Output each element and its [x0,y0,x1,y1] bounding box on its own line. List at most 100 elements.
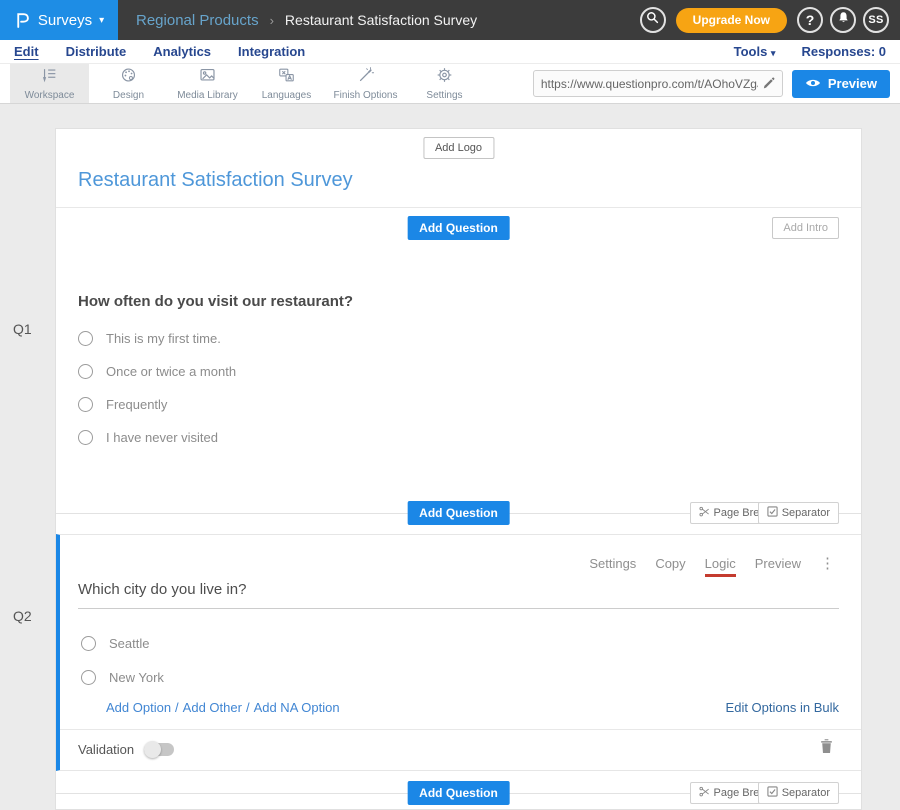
question-2-block: Settings Copy Logic Preview ⋮ Which city… [56,534,861,771]
kebab-menu-icon[interactable]: ⋮ [820,554,835,572]
question-2-text[interactable]: Which city do you live in? [78,581,839,609]
wand-icon [356,66,375,89]
search-icon [646,11,659,29]
scissors-icon [699,786,710,800]
preview-button[interactable]: Preview [792,70,890,98]
option-label[interactable]: I have never visited [106,430,218,445]
question-mark-icon: ? [806,12,815,28]
upgrade-now-button[interactable]: Upgrade Now [676,8,787,33]
question-1-text[interactable]: How often do you visit our restaurant? [56,248,861,310]
radio-button[interactable] [78,331,93,346]
eye-icon [805,76,821,91]
bell-icon [837,11,850,29]
add-question-row-middle: Add Question Page Break [56,493,861,533]
breadcrumb-folder-link[interactable]: Regional Products [136,12,259,29]
survey-header-section: Add Logo Restaurant Satisfaction Survey [56,129,861,208]
add-intro-button[interactable]: Add Intro [772,217,839,239]
trash-icon [820,738,833,754]
tool-finish-options[interactable]: Finish Options [326,64,405,103]
breadcrumb-current: Restaurant Satisfaction Survey [285,12,477,28]
add-option-link[interactable]: Add Option [106,700,171,715]
q1-option-row: I have never visited [78,430,861,445]
breadcrumb: Regional Products › Restaurant Satisfact… [136,12,477,29]
editor-toolbar: Workspace Design Media Library [0,63,900,104]
question-preview-button[interactable]: Preview [755,556,801,571]
option-add-links: Add Option / Add Other / Add NA Option [106,700,340,715]
checkbox-icon [767,786,778,800]
add-other-link[interactable]: Add Other [183,700,242,715]
link-separator: / [175,700,179,715]
tool-design[interactable]: Design [89,64,168,103]
option-label[interactable]: This is my first time. [106,331,221,346]
tool-media-library[interactable]: Media Library [168,64,247,103]
question-copy-button[interactable]: Copy [655,556,685,571]
top-header: Surveys ▾ Regional Products › Restaurant… [0,0,900,40]
tab-analytics[interactable]: Analytics [153,44,211,59]
add-na-option-link[interactable]: Add NA Option [254,700,340,715]
nav-right: Tools ▾ Responses: 0 [734,44,886,59]
option-label[interactable]: New York [109,670,164,685]
tab-integration[interactable]: Integration [238,44,305,59]
tool-languages[interactable]: Languages [247,64,326,103]
survey-card: Add Logo Restaurant Satisfaction Survey … [55,128,862,810]
q1-label: Q1 [13,321,32,337]
checkbox-icon [767,506,778,520]
add-question-button[interactable]: Add Question [407,501,510,525]
header-actions: Upgrade Now ? SS [640,7,900,33]
help-button[interactable]: ? [797,7,823,33]
q1-option-row: Once or twice a month [78,364,861,379]
breadcrumb-separator: › [270,13,274,28]
link-separator: / [246,700,250,715]
surveys-product-menu[interactable]: Surveys ▾ [0,0,118,40]
question-1-block: How often do you visit our restaurant? T… [56,248,861,493]
question-actions: Settings Copy Logic Preview ⋮ [589,554,835,572]
q1-option-row: This is my first time. [78,331,861,346]
editor-body: Q1 Q2 Add Logo Restaurant Satisfaction S… [0,128,900,810]
survey-title[interactable]: Restaurant Satisfaction Survey [78,169,353,192]
separator-button[interactable]: Separator [758,502,839,524]
add-question-row-top: Add Question Add Intro [56,208,861,248]
chevron-down-icon: ▾ [99,15,104,26]
validation-toggle[interactable] [144,743,174,756]
chevron-down-icon: ▾ [771,48,776,58]
radio-button[interactable] [78,397,93,412]
survey-url-input[interactable] [541,77,758,91]
workspace-icon [40,66,59,89]
question-settings-button[interactable]: Settings [589,556,636,571]
responses-count[interactable]: Responses: 0 [801,44,886,59]
image-icon [198,66,217,89]
radio-button[interactable] [81,636,96,651]
option-label[interactable]: Seattle [109,636,149,651]
question-logic-button[interactable]: Logic [705,556,736,577]
survey-url-field[interactable] [533,70,783,97]
translate-icon [277,66,296,89]
delete-question-button[interactable] [820,738,833,754]
separator-button[interactable]: Separator [758,782,839,804]
option-label[interactable]: Frequently [106,397,167,412]
tools-menu[interactable]: Tools ▾ [734,44,776,59]
avatar[interactable]: SS [863,7,889,33]
validation-label: Validation [78,742,134,757]
tab-distribute[interactable]: Distribute [66,44,127,59]
notifications-button[interactable] [830,7,856,33]
tab-edit[interactable]: Edit [14,44,39,59]
radio-button[interactable] [81,670,96,685]
tool-workspace[interactable]: Workspace [10,64,89,103]
validation-row: Validation [78,742,174,757]
toolbar-right: Preview [533,64,900,103]
option-label[interactable]: Once or twice a month [106,364,236,379]
toggle-knob [144,741,161,758]
add-question-row-bottom: Add Question Page Break [56,773,861,810]
tool-settings[interactable]: Settings [405,64,484,103]
add-question-button[interactable]: Add Question [407,781,510,805]
radio-button[interactable] [78,430,93,445]
radio-button[interactable] [78,364,93,379]
edit-url-pencil-icon[interactable] [762,77,775,90]
add-question-button[interactable]: Add Question [407,216,510,240]
q1-option-row: Frequently [78,397,861,412]
product-label: Surveys [38,12,92,29]
add-logo-button[interactable]: Add Logo [423,137,494,159]
search-button[interactable] [640,7,666,33]
survey-nav: Edit Distribute Analytics Integration To… [0,40,900,63]
edit-options-in-bulk-link[interactable]: Edit Options in Bulk [726,700,839,715]
